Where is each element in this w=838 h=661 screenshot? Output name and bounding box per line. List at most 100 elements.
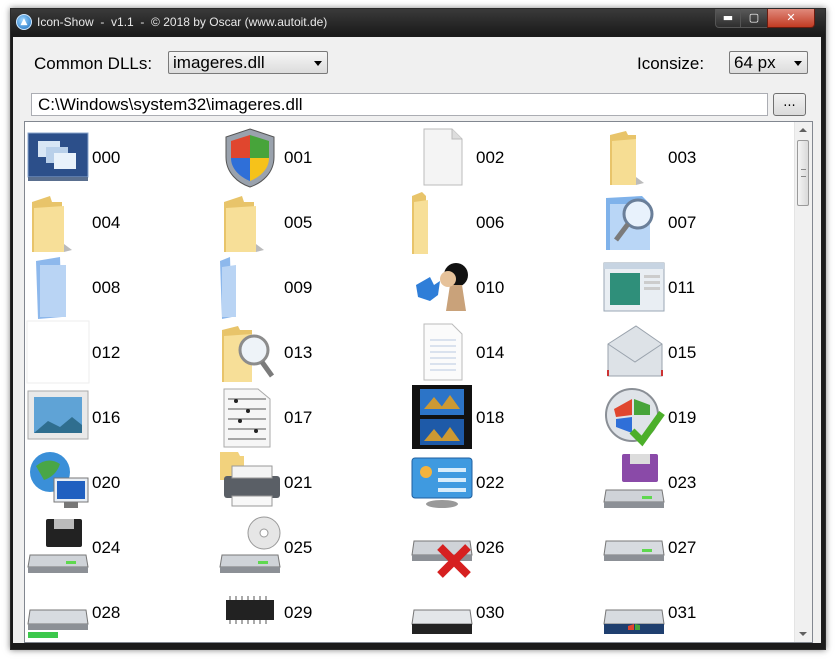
icon-number: 004 [92, 213, 121, 232]
dll-select[interactable]: imageres.dll [168, 51, 328, 74]
floppy-drive-black-icon [27, 519, 89, 573]
icon-cell[interactable]: 029 [218, 580, 408, 642]
icon-number: 021 [284, 473, 313, 492]
icon-number: 000 [92, 148, 121, 167]
icon-number: 031 [668, 603, 697, 622]
desktop-windows-icon [27, 132, 89, 181]
floppy-drive-icon [603, 454, 665, 508]
security-shield-icon [225, 128, 275, 188]
icon-number: 024 [92, 538, 121, 557]
icon-cell[interactable]: 000 [26, 125, 216, 190]
icon-cell[interactable]: 014 [410, 320, 600, 385]
icon-cell[interactable]: 031 [602, 580, 792, 642]
icon-cell[interactable]: 020 [26, 450, 216, 515]
network-globe-icon [30, 452, 89, 508]
icon-number: 002 [476, 148, 505, 167]
icon-cell[interactable]: 018 [410, 385, 600, 450]
app-window: ▲ Icon-Show - v1.1 - © 2018 by Oscar (ww… [10, 8, 826, 650]
icon-number: 020 [92, 473, 121, 492]
icon-cell[interactable]: 007 [602, 190, 792, 255]
folder-narrow-icon [412, 192, 428, 254]
vertical-scrollbar[interactable] [794, 122, 812, 642]
icon-cell[interactable]: 021 [218, 450, 408, 515]
icon-number: 025 [284, 538, 313, 557]
common-dlls-label: Common DLLs: [34, 54, 153, 73]
icon-number: 027 [668, 538, 697, 557]
video-film-icon [412, 385, 472, 449]
icon-number: 023 [668, 473, 697, 492]
icon-cell[interactable]: 006 [410, 190, 600, 255]
icon-cell[interactable]: 023 [602, 450, 792, 515]
icon-number: 010 [476, 278, 505, 297]
icon-cell[interactable]: 002 [410, 125, 600, 190]
icon-cell[interactable]: 011 [602, 255, 792, 320]
icon-cell[interactable]: 001 [218, 125, 408, 190]
cd-drive-icon [219, 516, 281, 573]
icon-number: 022 [476, 473, 505, 492]
blue-folder-icon [36, 257, 66, 319]
dll-path-input[interactable]: C:\Windows\system32\imageres.dll [31, 93, 768, 116]
icon-number: 006 [476, 213, 505, 232]
icon-number: 026 [476, 538, 505, 557]
icon-cell[interactable]: 019 [602, 385, 792, 450]
icon-number: 028 [92, 603, 121, 622]
browse-button[interactable]: ... [773, 93, 806, 116]
iconsize-select[interactable]: 64 px [729, 51, 808, 74]
scroll-down-icon[interactable] [799, 632, 807, 636]
icon-number: 014 [476, 343, 505, 362]
icon-cell[interactable]: 024 [26, 515, 216, 580]
icon-cell[interactable]: 009 [218, 255, 408, 320]
icon-cell[interactable]: 022 [410, 450, 600, 515]
icon-cell[interactable]: 004 [26, 190, 216, 255]
title-bar[interactable]: ▲ Icon-Show - v1.1 - © 2018 by Oscar (ww… [11, 9, 825, 35]
app-icon: ▲ [16, 14, 32, 30]
removable-drive-icon [27, 609, 89, 638]
icon-cell[interactable]: 012 [26, 320, 216, 385]
icon-cell[interactable]: 017 [218, 385, 408, 450]
folder-icon [224, 196, 264, 252]
icon-number: 012 [92, 343, 121, 362]
drive-dark-icon [411, 609, 473, 634]
icon-number: 029 [284, 603, 313, 622]
icon-cell[interactable]: 016 [26, 385, 216, 450]
dll-select-value: imageres.dll [173, 53, 265, 72]
printer-folder-icon [220, 452, 280, 507]
close-button[interactable]: ✕ [767, 9, 815, 28]
folder-search-icon [222, 326, 275, 382]
chevron-down-icon [794, 61, 802, 66]
icon-number: 019 [668, 408, 697, 427]
window-title: Icon-Show - v1.1 - © 2018 by Oscar (www.… [37, 15, 328, 29]
icon-cell[interactable]: 028 [26, 580, 216, 642]
windows-checkmark-icon [605, 388, 665, 447]
text-document-icon [423, 323, 463, 381]
folder-icon [32, 196, 72, 252]
folder-open-icon [610, 131, 644, 185]
icon-number: 013 [284, 343, 313, 362]
icon-number: 018 [476, 408, 505, 427]
icon-cell[interactable]: 027 [602, 515, 792, 580]
icon-cell[interactable]: 010 [410, 255, 600, 320]
icon-cell[interactable]: 030 [410, 580, 600, 642]
client-area: Common DLLs: imageres.dll Iconsize: 64 p… [13, 37, 821, 643]
scroll-up-icon[interactable] [799, 128, 807, 132]
maximize-button[interactable]: ▢ [740, 9, 768, 28]
icon-cell[interactable]: 003 [602, 125, 792, 190]
icon-cell[interactable]: 008 [26, 255, 216, 320]
memory-chip-icon [226, 596, 274, 624]
icon-number: 017 [284, 408, 313, 427]
icon-number: 009 [284, 278, 313, 297]
icon-cell[interactable]: 026 [410, 515, 600, 580]
icon-cell[interactable]: 025 [218, 515, 408, 580]
blank-document-icon [423, 128, 463, 186]
scroll-thumb[interactable] [797, 140, 809, 206]
minimize-button[interactable]: ▬ [715, 9, 741, 28]
envelope-icon [607, 325, 663, 377]
icon-cell[interactable]: 005 [218, 190, 408, 255]
icon-number: 008 [92, 278, 121, 297]
iconsize-label: Iconsize: [637, 54, 705, 73]
icon-number: 003 [668, 148, 697, 167]
window-app-icon [603, 262, 665, 312]
drive-error-icon [411, 540, 473, 578]
icon-cell[interactable]: 013 [218, 320, 408, 385]
icon-cell[interactable]: 015 [602, 320, 792, 385]
